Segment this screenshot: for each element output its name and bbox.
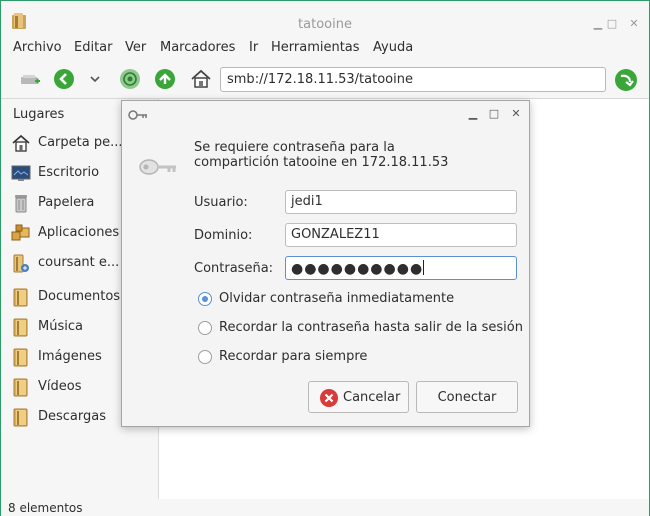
key-icon — [139, 159, 176, 175]
password-label: Contraseña: — [194, 261, 274, 276]
menu-bar: Archivo Editar Ver Marcadores Ir Herrami… — [1, 37, 649, 61]
menu-archivo[interactable]: Archivo — [13, 40, 62, 55]
toolbar: smb://172.18.11.53/tatooine — [1, 61, 649, 99]
dialog-message: Se requiere contraseña para la compartic… — [194, 140, 514, 170]
sidebar-item-label: Escritorio — [38, 165, 100, 180]
connect-button-label: Conectar — [437, 390, 497, 405]
dialog-message-line1: Se requiere contraseña para la — [194, 140, 395, 155]
sidebar-item-label: Carpeta pe... — [38, 135, 123, 150]
radio-button[interactable] — [198, 321, 212, 335]
sidebar-item-label: Documentos — [38, 289, 121, 304]
address-bar-input[interactable]: smb://172.18.11.53/tatooine — [220, 67, 606, 92]
trash-icon — [15, 195, 27, 213]
up-icon[interactable] — [118, 67, 142, 91]
sidebar-item-label: Vídeos — [38, 379, 82, 394]
desktop-icon — [11, 165, 31, 181]
key-icon — [128, 110, 147, 120]
dialog-close-icon[interactable]: ✕ — [509, 107, 523, 121]
home-icon[interactable] — [189, 67, 213, 91]
folder-icon — [13, 348, 28, 367]
menu-marcadores[interactable]: Marcadores — [160, 40, 235, 55]
radio-label: Recordar para siempre — [219, 349, 368, 364]
sidebar-item-label: Imágenes — [38, 349, 102, 364]
forward-up-icon[interactable] — [153, 67, 177, 91]
text-caret — [423, 260, 425, 275]
radio-remember-until-logout[interactable]: Recordar la contraseña hasta salir de la… — [198, 319, 523, 337]
domain-input[interactable]: GONZALEZ11 — [285, 223, 517, 247]
network-folder-icon — [13, 254, 29, 273]
folder-icon — [13, 378, 28, 397]
radio-label: Olvidar contraseña inmediatamente — [219, 291, 455, 306]
back-icon[interactable] — [52, 67, 76, 91]
window-title: tatooine — [298, 17, 352, 32]
menu-editar[interactable]: Editar — [74, 40, 113, 55]
maximize-icon[interactable]: □ — [604, 16, 620, 32]
cancel-button-label: Cancelar — [343, 390, 401, 405]
folder-icon — [13, 408, 28, 427]
status-bar: 8 elementos — [1, 499, 649, 516]
sidebar-item-label: Papelera — [38, 195, 95, 210]
password-dots: ●●●●●●●●●● — [291, 261, 424, 277]
sidebar-item-label: Descargas — [38, 409, 107, 424]
radio-forget-immediately[interactable]: Olvidar contraseña inmediatamente — [198, 290, 518, 308]
user-input[interactable]: jedi1 — [285, 190, 517, 214]
applications-icon — [11, 224, 30, 241]
dialog-message-line2: compartición tatooine en 172.18.11.53 — [194, 155, 449, 170]
menu-ayuda[interactable]: Ayuda — [373, 40, 413, 55]
cancel-icon — [320, 389, 338, 407]
status-text: 8 elementos — [8, 501, 83, 515]
domain-label: Dominio: — [194, 228, 253, 243]
cancel-button[interactable]: Cancelar — [308, 381, 409, 413]
radio-button[interactable] — [198, 350, 212, 364]
sidebar-item-label: Música — [38, 319, 83, 334]
connect-button[interactable]: Conectar — [416, 381, 518, 413]
sidebar-item-label: coursant e... — [38, 255, 120, 270]
close-icon[interactable]: ✕ — [626, 16, 642, 32]
new-tab-icon[interactable] — [18, 67, 42, 91]
radio-label: Recordar la contraseña hasta salir de la… — [219, 320, 523, 335]
radio-remember-forever[interactable]: Recordar para siempre — [198, 348, 518, 366]
radio-button[interactable] — [198, 292, 212, 306]
dialog-title-bar: ▁ □ ✕ — [122, 101, 529, 129]
title-bar: tatooine ▁ □ ✕ — [1, 1, 649, 37]
password-dialog: ▁ □ ✕ Se requiere contraseña para la com… — [121, 100, 530, 427]
history-dropdown-icon[interactable] — [85, 67, 105, 91]
menu-ver[interactable]: Ver — [125, 40, 146, 55]
menu-ir[interactable]: Ir — [249, 40, 258, 55]
menu-herramientas[interactable]: Herramientas — [271, 40, 360, 55]
sidebar-item-label: Aplicaciones — [38, 225, 120, 240]
folder-icon — [13, 288, 28, 307]
sidebar-title: Lugares — [13, 107, 65, 122]
user-label: Usuario: — [194, 195, 248, 210]
password-input[interactable]: ●●●●●●●●●● — [285, 256, 517, 280]
folder-icon — [13, 318, 28, 337]
home-icon — [12, 134, 30, 152]
go-icon[interactable] — [613, 67, 639, 93]
dialog-minimize-icon[interactable]: ▁ — [466, 107, 480, 121]
dialog-maximize-icon[interactable]: □ — [487, 107, 501, 121]
